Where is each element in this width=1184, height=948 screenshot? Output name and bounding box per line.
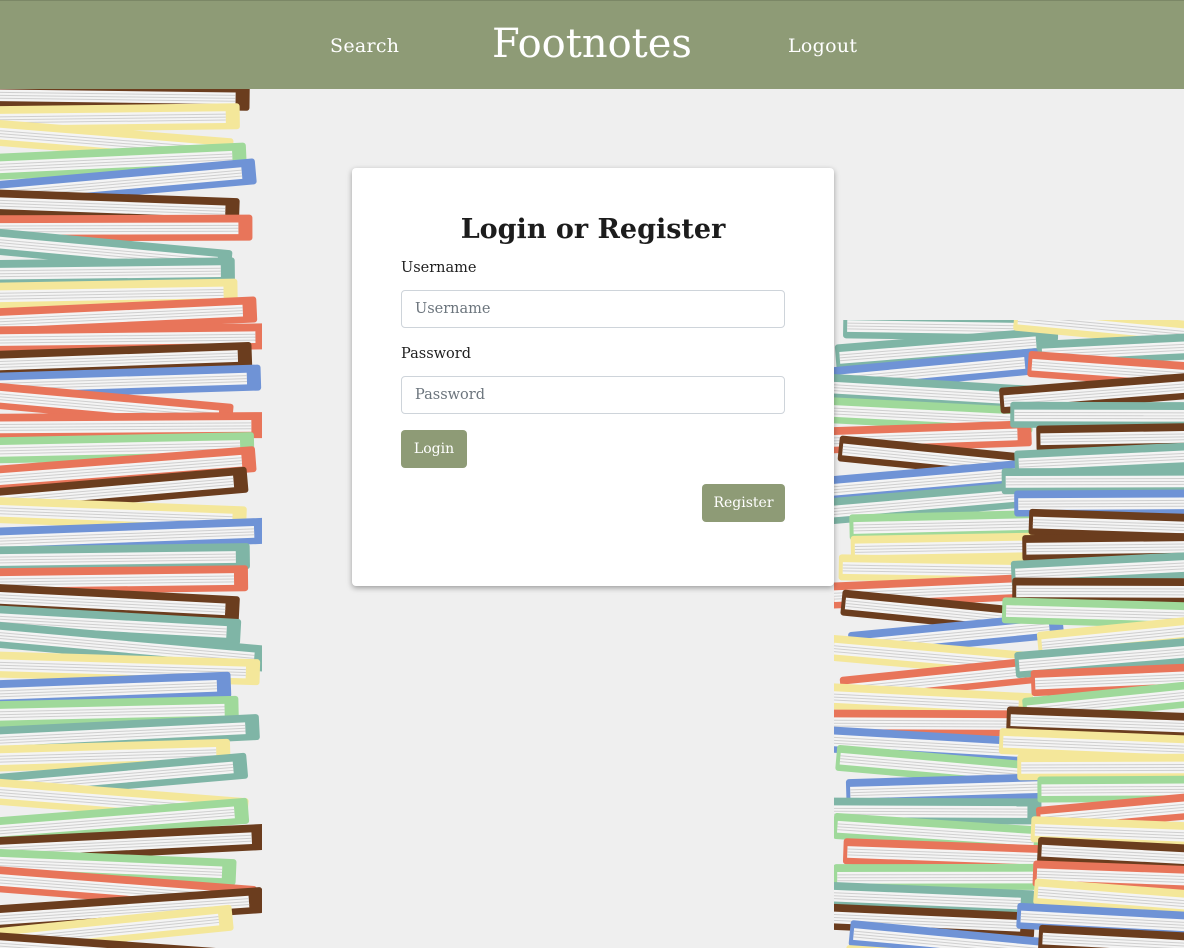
nav-logout-link[interactable]: Logout: [788, 35, 857, 57]
top-navbar: Search Footnotes Logout: [0, 0, 1184, 89]
login-button[interactable]: Login: [401, 430, 467, 468]
password-input[interactable]: [401, 376, 785, 414]
username-input[interactable]: [401, 290, 785, 328]
card-title: Login or Register: [460, 214, 726, 245]
register-button[interactable]: Register: [702, 484, 785, 522]
password-label: Password: [401, 346, 471, 362]
nav-search-link[interactable]: Search: [330, 35, 399, 57]
book-stack-illustration-right: [834, 320, 1184, 948]
book-stack-illustration-left: [0, 89, 262, 948]
login-card: Login or Register Username Password Logi…: [352, 168, 834, 586]
brand-link[interactable]: Footnotes: [492, 21, 692, 67]
username-label: Username: [401, 260, 477, 276]
brand-title: Footnotes: [0, 21, 1184, 67]
